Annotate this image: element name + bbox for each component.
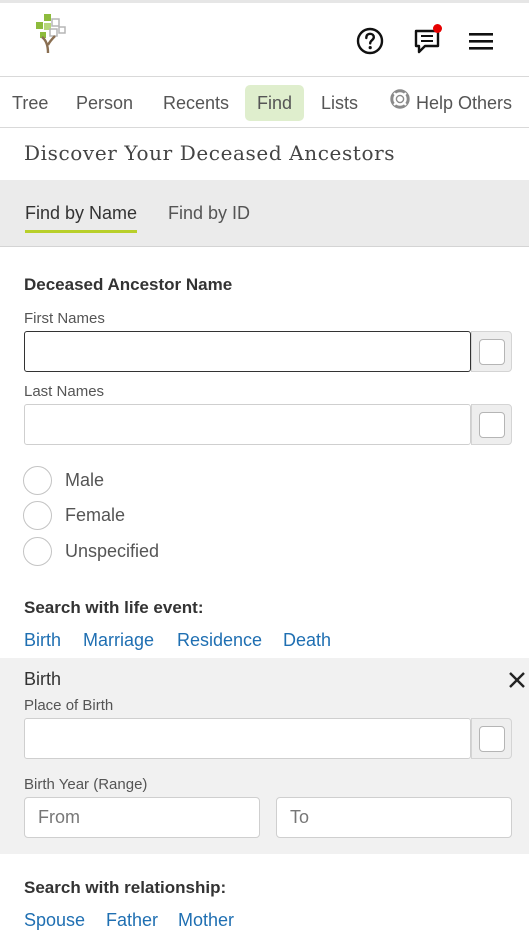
birth-panel-title: Birth [24, 669, 62, 689]
place-of-birth-input[interactable] [24, 718, 471, 759]
radio-button[interactable] [23, 536, 52, 566]
checkbox-square [478, 338, 505, 365]
tab-find-by-id[interactable]: Find by ID [168, 203, 250, 224]
chat-bubble-icon[interactable] [411, 24, 443, 57]
gender-option-female[interactable]: Female [23, 500, 125, 530]
relationship-mother-link[interactable]: Mother [178, 910, 234, 931]
checkbox-square [478, 725, 505, 752]
last-names-input[interactable] [24, 404, 471, 445]
nav-item-tree[interactable]: Tree [0, 85, 60, 121]
life-event-death-link[interactable]: Death [283, 630, 331, 651]
radio-button[interactable] [23, 465, 52, 495]
nav-item-find[interactable]: Find [245, 85, 305, 121]
radio-label: Unspecified [65, 540, 160, 561]
nav-item-recents[interactable]: Recents [151, 85, 241, 121]
notification-dot [433, 24, 442, 33]
life-event-birth-link[interactable]: Birth [24, 630, 61, 651]
main-nav: Tree Person Recents Find Lists Help Othe… [0, 76, 529, 128]
first-names-exact-checkbox[interactable] [471, 331, 512, 372]
family-tree-logo-icon[interactable] [33, 13, 67, 55]
nav-item-lists[interactable]: Lists [309, 85, 370, 121]
first-names-label: First Names [24, 310, 105, 327]
tab-find-by-name[interactable]: Find by Name [25, 203, 138, 233]
life-event-residence-link[interactable]: Residence [177, 630, 262, 651]
radio-label: Male [65, 469, 105, 490]
life-event-marriage-link[interactable]: Marriage [83, 630, 154, 651]
page-title: Discover Your Deceased Ancestors [24, 141, 396, 165]
birth-year-from-input[interactable]: From [24, 797, 260, 838]
relationship-father-link[interactable]: Father [106, 910, 158, 931]
gender-option-male[interactable]: Male [23, 465, 104, 495]
place-of-birth-exact-checkbox[interactable] [471, 718, 512, 759]
last-names-label: Last Names [24, 383, 105, 400]
nav-item-help-others[interactable]: Help Others [378, 85, 524, 121]
life-event-heading: Search with life event: [24, 598, 204, 617]
radio-button[interactable] [23, 500, 52, 530]
relationship-spouse-link[interactable]: Spouse [24, 910, 85, 931]
checkbox-square [478, 411, 505, 438]
nav-item-label: Help Others [416, 93, 513, 113]
search-tabs: Find by Name Find by ID [0, 180, 529, 247]
question-circle-icon[interactable] [354, 25, 386, 57]
hamburger-menu-icon[interactable] [465, 25, 497, 57]
birth-year-to-input[interactable]: To [276, 797, 512, 838]
first-names-input[interactable] [24, 331, 471, 372]
radio-label: Female [65, 504, 126, 525]
top-bar [0, 0, 529, 76]
ancestor-name-heading: Deceased Ancestor Name [24, 275, 233, 294]
last-names-exact-checkbox[interactable] [471, 404, 512, 445]
birth-event-panel: Birth Place of Birth Birth Year (Range) … [0, 658, 529, 854]
close-icon[interactable] [505, 668, 529, 692]
lifebuoy-icon [390, 85, 410, 121]
birth-year-range-label: Birth Year (Range) [24, 776, 148, 793]
nav-item-person[interactable]: Person [64, 85, 145, 121]
gender-option-unspecified[interactable]: Unspecified [23, 536, 159, 566]
place-of-birth-label: Place of Birth [24, 697, 114, 714]
relationship-heading: Search with relationship: [24, 878, 227, 897]
